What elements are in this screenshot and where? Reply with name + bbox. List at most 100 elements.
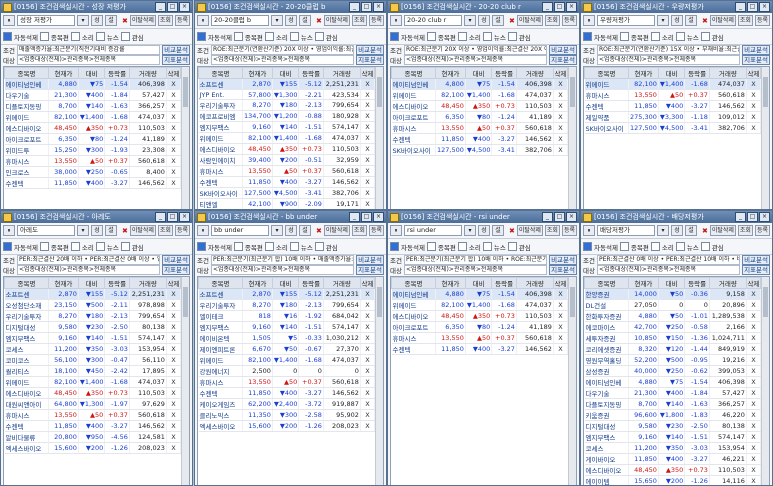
delete-icon[interactable]: X bbox=[553, 111, 569, 123]
delete-icon[interactable]: X bbox=[746, 387, 762, 399]
stock-name[interactable]: 에스디바이오 bbox=[391, 310, 436, 322]
column-header[interactable]: 거래량 bbox=[708, 67, 747, 79]
delete-icon[interactable]: X bbox=[360, 343, 376, 355]
delete-icon[interactable]: X bbox=[746, 420, 762, 432]
settings-button[interactable]: 설 bbox=[105, 225, 117, 236]
stock-name[interactable]: 다우기술 bbox=[4, 89, 49, 101]
auto-delete-checkbox[interactable] bbox=[3, 32, 12, 41]
table-row[interactable]: 에이비온텍 1,505 ▼5 -0.33 1,030,212 X bbox=[198, 332, 376, 344]
table-row[interactable]: 수젠텍 11,850 ▼400 -3.27 146,562 X bbox=[4, 177, 182, 189]
stock-name[interactable]: 케이오게임즈 bbox=[198, 398, 243, 410]
compare-analysis-button[interactable]: 비교분석 bbox=[549, 45, 577, 55]
index-analysis-button[interactable]: 지표분석 bbox=[742, 265, 770, 275]
sound-checkbox[interactable] bbox=[70, 32, 80, 41]
condition-combo[interactable]: 우량저평가 bbox=[597, 15, 655, 26]
stock-name[interactable]: SK바이오사이 bbox=[198, 187, 243, 199]
table-row[interactable]: 소프트센 2,870 ▼155 -5.12 2,251,231 X bbox=[4, 288, 182, 300]
table-row[interactable]: 제이엔피트론 6,670 ▼50 -0.67 27,370 X bbox=[198, 343, 376, 355]
stock-name[interactable]: 한양증권 bbox=[584, 288, 629, 300]
target-stock-checkbox[interactable] bbox=[619, 32, 629, 41]
delete-icon[interactable]: X bbox=[746, 365, 762, 377]
alert-icon[interactable]: ✖ bbox=[702, 17, 708, 25]
auto-delete-checkbox[interactable] bbox=[390, 32, 399, 41]
stock-name[interactable]: 수젠텍 bbox=[584, 100, 629, 112]
stock-name[interactable]: 위메이드 bbox=[584, 78, 629, 90]
news-checkbox[interactable] bbox=[675, 242, 685, 251]
delete-icon[interactable]: X bbox=[360, 89, 376, 100]
stock-name[interactable]: 에스디바이오 bbox=[4, 387, 49, 399]
exit-delete-button[interactable]: 이탈삭제 bbox=[129, 225, 156, 236]
delete-icon[interactable]: X bbox=[746, 376, 762, 388]
maximize-button[interactable]: □ bbox=[167, 212, 178, 222]
lookup-button[interactable]: 조회 bbox=[544, 15, 560, 26]
exit-delete-button[interactable]: 이탈삭제 bbox=[709, 225, 736, 236]
delete-icon[interactable]: X bbox=[553, 122, 569, 134]
vertical-scrollbar[interactable] bbox=[568, 67, 576, 209]
auto-delete-checkbox[interactable] bbox=[390, 242, 399, 251]
table-row[interactable]: 코셰스 11,200 ▼350 -3.03 153,954 X bbox=[4, 343, 182, 355]
stock-name[interactable]: 에스디바이오 bbox=[4, 122, 49, 134]
table-row[interactable]: 소프트센 2,870 ▼155 -5.12 2,251,231 X bbox=[198, 288, 376, 300]
table-row[interactable]: 위메이드 82,100 ▼1,400 -1.68 474,037 X bbox=[391, 89, 569, 101]
table-row[interactable]: 위메이드 82,100 ▼1,400 -1.68 474,037 X bbox=[4, 111, 182, 123]
column-header[interactable]: 거래량 bbox=[322, 277, 361, 289]
delete-icon[interactable]: X bbox=[553, 332, 569, 344]
delete-icon[interactable]: X bbox=[553, 144, 569, 156]
maximize-button[interactable]: □ bbox=[747, 212, 758, 222]
table-row[interactable]: 에스디바이오 48,450 ▲350 +0.73 110,503 X bbox=[4, 387, 182, 399]
stock-name[interactable]: 게이바이오 bbox=[584, 453, 629, 465]
auto-delete-checkbox[interactable] bbox=[583, 32, 592, 41]
column-header[interactable]: 종목명 bbox=[4, 67, 49, 79]
register-button[interactable]: 등록 bbox=[368, 15, 384, 26]
stock-name[interactable]: 대원씨앤아이 bbox=[4, 398, 49, 410]
compare-analysis-button[interactable]: 비교분석 bbox=[356, 255, 384, 265]
stock-name[interactable]: 수젠텍 bbox=[4, 420, 49, 432]
column-header[interactable]: 대비 bbox=[77, 67, 106, 79]
stock-name[interactable]: 아이크로포트 bbox=[391, 111, 436, 123]
register-button[interactable]: 등록 bbox=[368, 225, 384, 236]
stock-name[interactable]: 에스디바이오 bbox=[391, 100, 436, 112]
delete-icon[interactable]: X bbox=[166, 177, 182, 189]
column-header[interactable]: 현재가 bbox=[628, 277, 659, 289]
stock-name[interactable]: 위메이드 bbox=[391, 299, 436, 311]
delete-icon[interactable]: X bbox=[746, 354, 762, 366]
stock-name[interactable]: 위메이드 bbox=[391, 89, 436, 101]
delete-icon[interactable]: X bbox=[360, 409, 376, 421]
table-row[interactable]: 에스디바이오 48,450 ▲350 +0.73 110,503 X bbox=[198, 143, 376, 155]
table-row[interactable]: 다플토지동핑 8,700 ▼140 -1.63 366,257 X bbox=[584, 398, 762, 410]
table-row[interactable]: 에이티넘인베 4,880 ▼75 -1.54 406,398 X bbox=[584, 376, 762, 388]
close-button[interactable]: × bbox=[759, 212, 770, 222]
delete-icon[interactable]: X bbox=[746, 453, 762, 465]
exit-delete-button[interactable]: 이탈삭제 bbox=[516, 225, 543, 236]
settings-button[interactable]: 설 bbox=[299, 15, 311, 26]
table-row[interactable]: 에코프로비엠 134,700 ▼1,200 -0.88 180,928 X bbox=[198, 110, 376, 122]
sound-checkbox[interactable] bbox=[70, 242, 80, 251]
auto-delete-checkbox[interactable] bbox=[197, 32, 206, 41]
table-row[interactable]: 강원에너지 2,500 0 0 0 X bbox=[198, 365, 376, 377]
stock-name[interactable]: 아이크로포트 bbox=[4, 133, 49, 145]
table-row[interactable]: SK바이오사이 127,500 ▼4,500 -3.41 382,706 X bbox=[391, 144, 569, 156]
condition-combo[interactable]: rsi under bbox=[404, 225, 462, 236]
stock-name[interactable]: 위메이드 bbox=[4, 376, 49, 388]
index-analysis-button[interactable]: 지표분석 bbox=[549, 55, 577, 65]
column-header[interactable]: 삭제 bbox=[745, 277, 762, 289]
stock-name[interactable]: 에이티넘인베 bbox=[4, 78, 49, 90]
target-stock-checkbox[interactable] bbox=[426, 32, 436, 41]
delete-icon[interactable]: X bbox=[553, 100, 569, 112]
maximize-button[interactable]: □ bbox=[554, 2, 565, 12]
target-stock-checkbox[interactable] bbox=[233, 242, 243, 251]
delete-icon[interactable]: X bbox=[553, 299, 569, 311]
stock-name[interactable]: 사람인에이치 bbox=[198, 154, 243, 166]
delete-icon[interactable]: X bbox=[166, 111, 182, 123]
column-header[interactable]: 종목명 bbox=[584, 277, 629, 289]
alert-icon[interactable]: ✖ bbox=[122, 17, 128, 25]
index-analysis-button[interactable]: 지표분석 bbox=[742, 55, 770, 65]
delete-icon[interactable]: X bbox=[166, 78, 182, 90]
column-header[interactable]: 등락률 bbox=[684, 67, 710, 79]
interest-checkbox[interactable] bbox=[314, 242, 324, 251]
column-header[interactable]: 대비 bbox=[464, 277, 493, 289]
column-header[interactable]: 거래량 bbox=[128, 277, 167, 289]
table-row[interactable]: 에이티넘인베 4,800 ▼75 -1.54 406,398 X bbox=[391, 78, 569, 90]
exit-delete-button[interactable]: 이탈삭제 bbox=[709, 15, 736, 26]
delete-icon[interactable]: X bbox=[360, 132, 376, 144]
